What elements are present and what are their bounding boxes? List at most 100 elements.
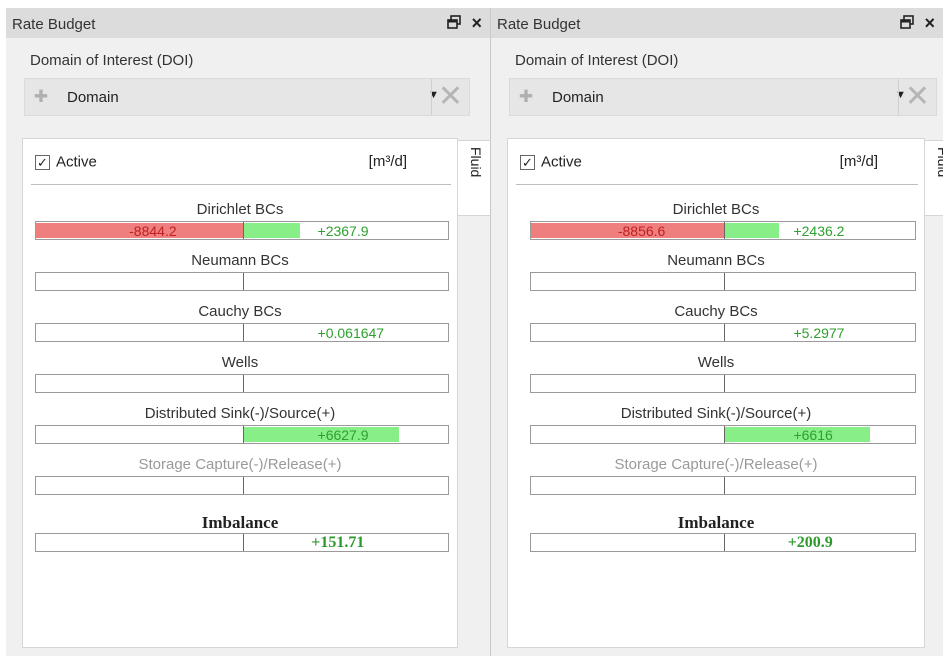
add-icon[interactable]: ✚ [31, 87, 51, 107]
budget-row: Cauchy BCs +5.2977 [508, 303, 924, 349]
budget-row-label: Cauchy BCs [198, 303, 282, 320]
panel-title: Rate Budget [497, 16, 581, 33]
budget-row: Dirichlet BCs -8856.6 +2436.2 [508, 201, 924, 247]
budget-bar: +6627.9 [35, 425, 449, 444]
budget-row-label: Dirichlet BCs [672, 201, 760, 218]
bar-zero-line [243, 375, 244, 392]
divider [516, 184, 918, 185]
budget-row: Distributed Sink(-)/Source(+) +6616 [508, 405, 924, 451]
budget-row: Wells [508, 354, 924, 400]
budget-area: ✓ Active [m³/d] Dirichlet BCs -8856.6 +2436… [507, 138, 925, 648]
add-icon[interactable]: ✚ [516, 87, 536, 107]
clear-domain-button[interactable]: ✕ [898, 79, 936, 115]
restore-window-icon[interactable] [447, 15, 462, 33]
panel-titlebar: Rate Budget × [491, 8, 943, 38]
budget-bar [35, 272, 449, 291]
bar-zero-line [724, 273, 725, 290]
domain-value: Domain [67, 89, 119, 106]
restore-window-icon[interactable] [900, 15, 915, 33]
budget-row: Storage Capture(-)/Release(+) [23, 456, 457, 502]
budget-bar [530, 272, 916, 291]
budget-row-label: Wells [221, 354, 259, 371]
active-label: Active [56, 153, 97, 171]
budget-bar: -8844.2 +2367.9 [35, 221, 449, 240]
positive-value: +2436.2 [793, 223, 845, 239]
budget-row-label: Imbalance [677, 513, 755, 532]
active-checkbox-row[interactable]: ✓ Active [35, 153, 97, 171]
positive-fill [244, 223, 300, 238]
budget-row-label: Dirichlet BCs [196, 201, 284, 218]
active-checkbox[interactable]: ✓ [520, 154, 535, 170]
unit-label: [m³/d] [839, 153, 878, 170]
budget-row: Storage Capture(-)/Release(+) [508, 456, 924, 502]
unit-label: [m³/d] [368, 153, 407, 170]
positive-value: +5.2977 [793, 325, 845, 341]
budget-bar: +6616 [530, 425, 916, 444]
divider [31, 184, 451, 185]
active-label: Active [541, 153, 582, 171]
imbalance-value: +151.71 [311, 534, 365, 551]
domain-select[interactable]: ✚ Domain ▼ ✕ [509, 78, 937, 116]
bar-zero-line [724, 375, 725, 392]
tab-fluid[interactable]: Fluid [925, 140, 943, 216]
budget-bar [530, 476, 916, 495]
budget-row-label: Neumann BCs [667, 252, 765, 269]
panel-title: Rate Budget [12, 16, 96, 33]
budget-row-label: Wells [697, 354, 735, 371]
budget-bar [35, 476, 449, 495]
imbalance-row: Imbalance +151.71 [23, 513, 457, 559]
budget-bar: +151.71 [35, 533, 449, 552]
budget-row: Distributed Sink(-)/Source(+) +6627.9 [23, 405, 457, 451]
bar-zero-line [724, 477, 725, 494]
budget-row: Dirichlet BCs -8844.2 +2367.9 [23, 201, 457, 247]
doi-label: Domain of Interest (DOI) [515, 52, 679, 69]
negative-value: -8844.2 [129, 223, 177, 239]
positive-value: +2367.9 [317, 223, 369, 239]
positive-value: +0.061647 [317, 325, 385, 341]
budget-row-label: Neumann BCs [191, 252, 289, 269]
budget-row-label: Imbalance [201, 513, 279, 532]
bar-zero-line [724, 534, 725, 551]
budget-row-label: Storage Capture(-)/Release(+) [138, 456, 342, 473]
budget-bar: +5.2977 [530, 323, 916, 342]
tab-fluid-label: Fluid [468, 147, 484, 178]
bar-zero-line [724, 426, 725, 443]
bar-zero-line [243, 477, 244, 494]
positive-fill [725, 223, 780, 238]
bar-zero-line [243, 534, 244, 551]
positive-value: +6627.9 [317, 427, 369, 443]
rate-budget-panel: Rate Budget × Domain of Interest (DOI) ✚… [6, 8, 490, 656]
doi-label: Domain of Interest (DOI) [30, 52, 194, 69]
bar-zero-line [724, 222, 725, 239]
domain-select[interactable]: ✚ Domain ▼ ✕ [24, 78, 470, 116]
budget-row-label: Distributed Sink(-)/Source(+) [620, 405, 812, 422]
budget-row-label: Storage Capture(-)/Release(+) [614, 456, 818, 473]
active-checkbox-row[interactable]: ✓ Active [520, 153, 582, 171]
imbalance-value: +200.9 [787, 534, 833, 551]
budget-row: Cauchy BCs +0.061647 [23, 303, 457, 349]
active-checkbox[interactable]: ✓ [35, 154, 50, 170]
imbalance-row: Imbalance +200.9 [508, 513, 924, 559]
negative-value: -8856.6 [617, 223, 666, 239]
bar-zero-line [724, 324, 725, 341]
positive-value: +6616 [793, 427, 833, 443]
bar-zero-line [243, 426, 244, 443]
budget-bar: +0.061647 [35, 323, 449, 342]
budget-bar: +200.9 [530, 533, 916, 552]
bar-zero-line [243, 222, 244, 239]
budget-area: ✓ Active [m³/d] Dirichlet BCs -8844.2 +2367… [22, 138, 458, 648]
budget-bar: -8856.6 +2436.2 [530, 221, 916, 240]
bar-zero-line [243, 324, 244, 341]
panel-titlebar: Rate Budget × [6, 8, 490, 38]
tab-fluid[interactable]: Fluid [458, 140, 490, 216]
tab-fluid-label: Fluid [935, 147, 943, 178]
budget-row-label: Cauchy BCs [674, 303, 758, 320]
budget-row: Neumann BCs [508, 252, 924, 298]
budget-row-label: Distributed Sink(-)/Source(+) [144, 405, 336, 422]
domain-value: Domain [552, 89, 604, 106]
close-icon[interactable]: × [924, 13, 935, 34]
budget-row: Wells [23, 354, 457, 400]
close-icon[interactable]: × [471, 13, 482, 34]
clear-domain-button[interactable]: ✕ [431, 79, 469, 115]
budget-bar [530, 374, 916, 393]
